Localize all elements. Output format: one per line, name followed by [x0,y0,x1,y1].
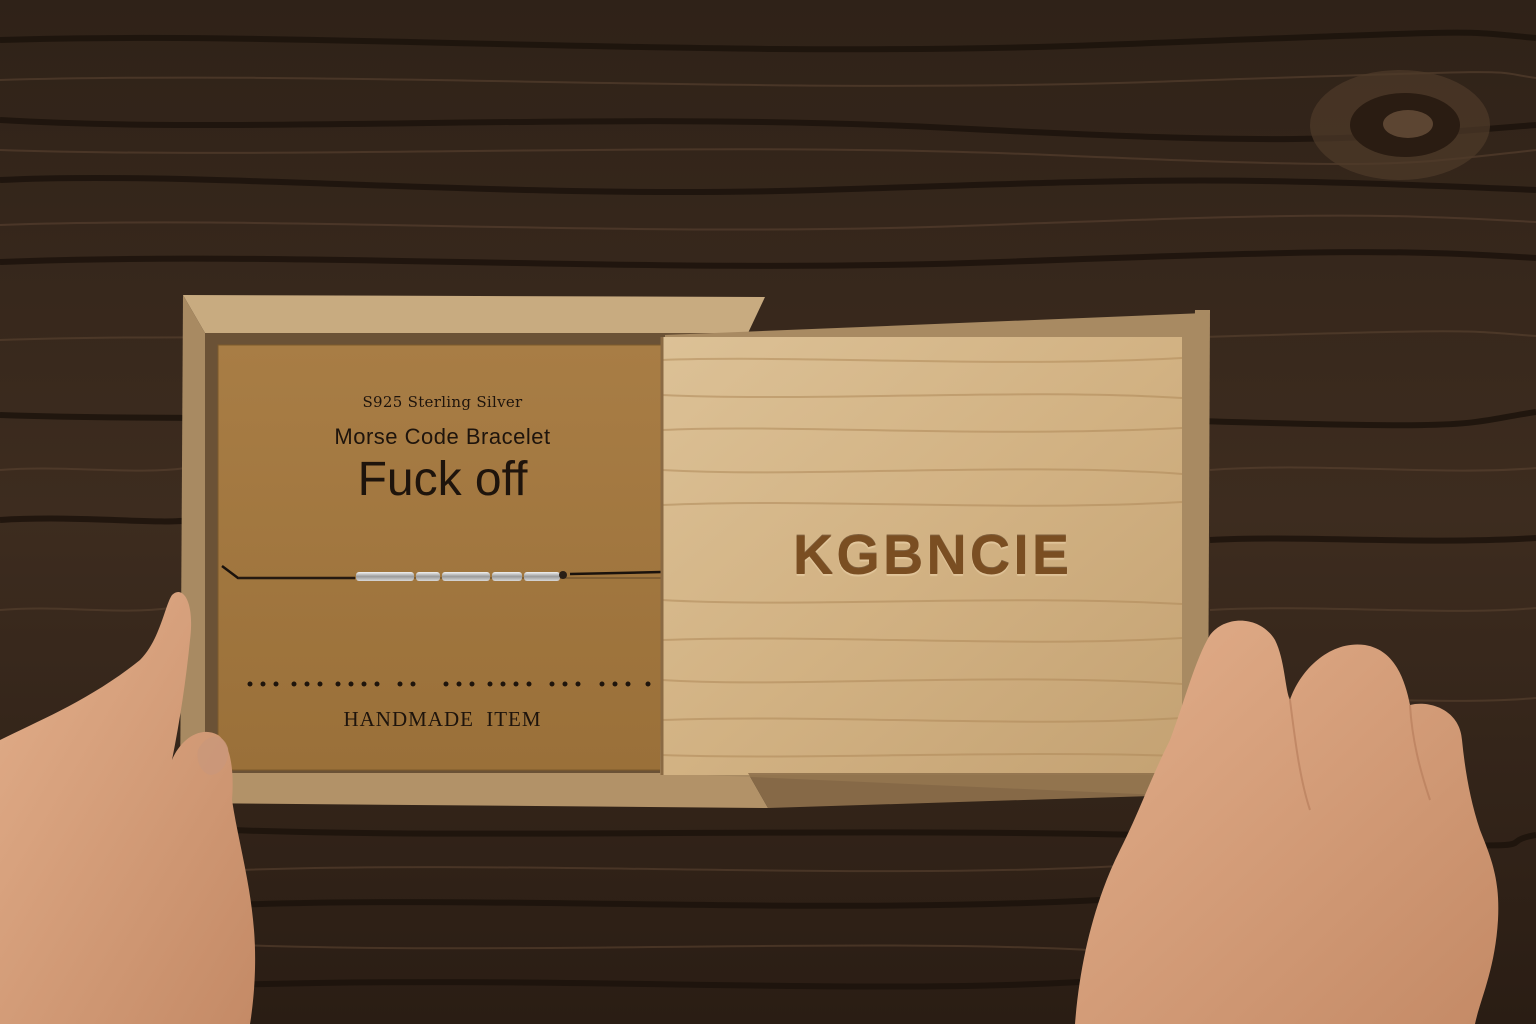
card-footer-text: HANDMADE ITEM [343,707,542,731]
silver-morse-tubes [356,571,567,581]
engraved-brand-name: KGBNCIE [792,523,1073,586]
card-product-title: Morse Code Bracelet [334,424,551,449]
card-message: Fuck off [357,453,528,506]
wood-knot [1310,70,1490,180]
product-photo: S925 Sterling Silver Morse Code Bracelet… [0,0,1536,1024]
card-material-text: S925 Sterling Silver [362,393,523,411]
